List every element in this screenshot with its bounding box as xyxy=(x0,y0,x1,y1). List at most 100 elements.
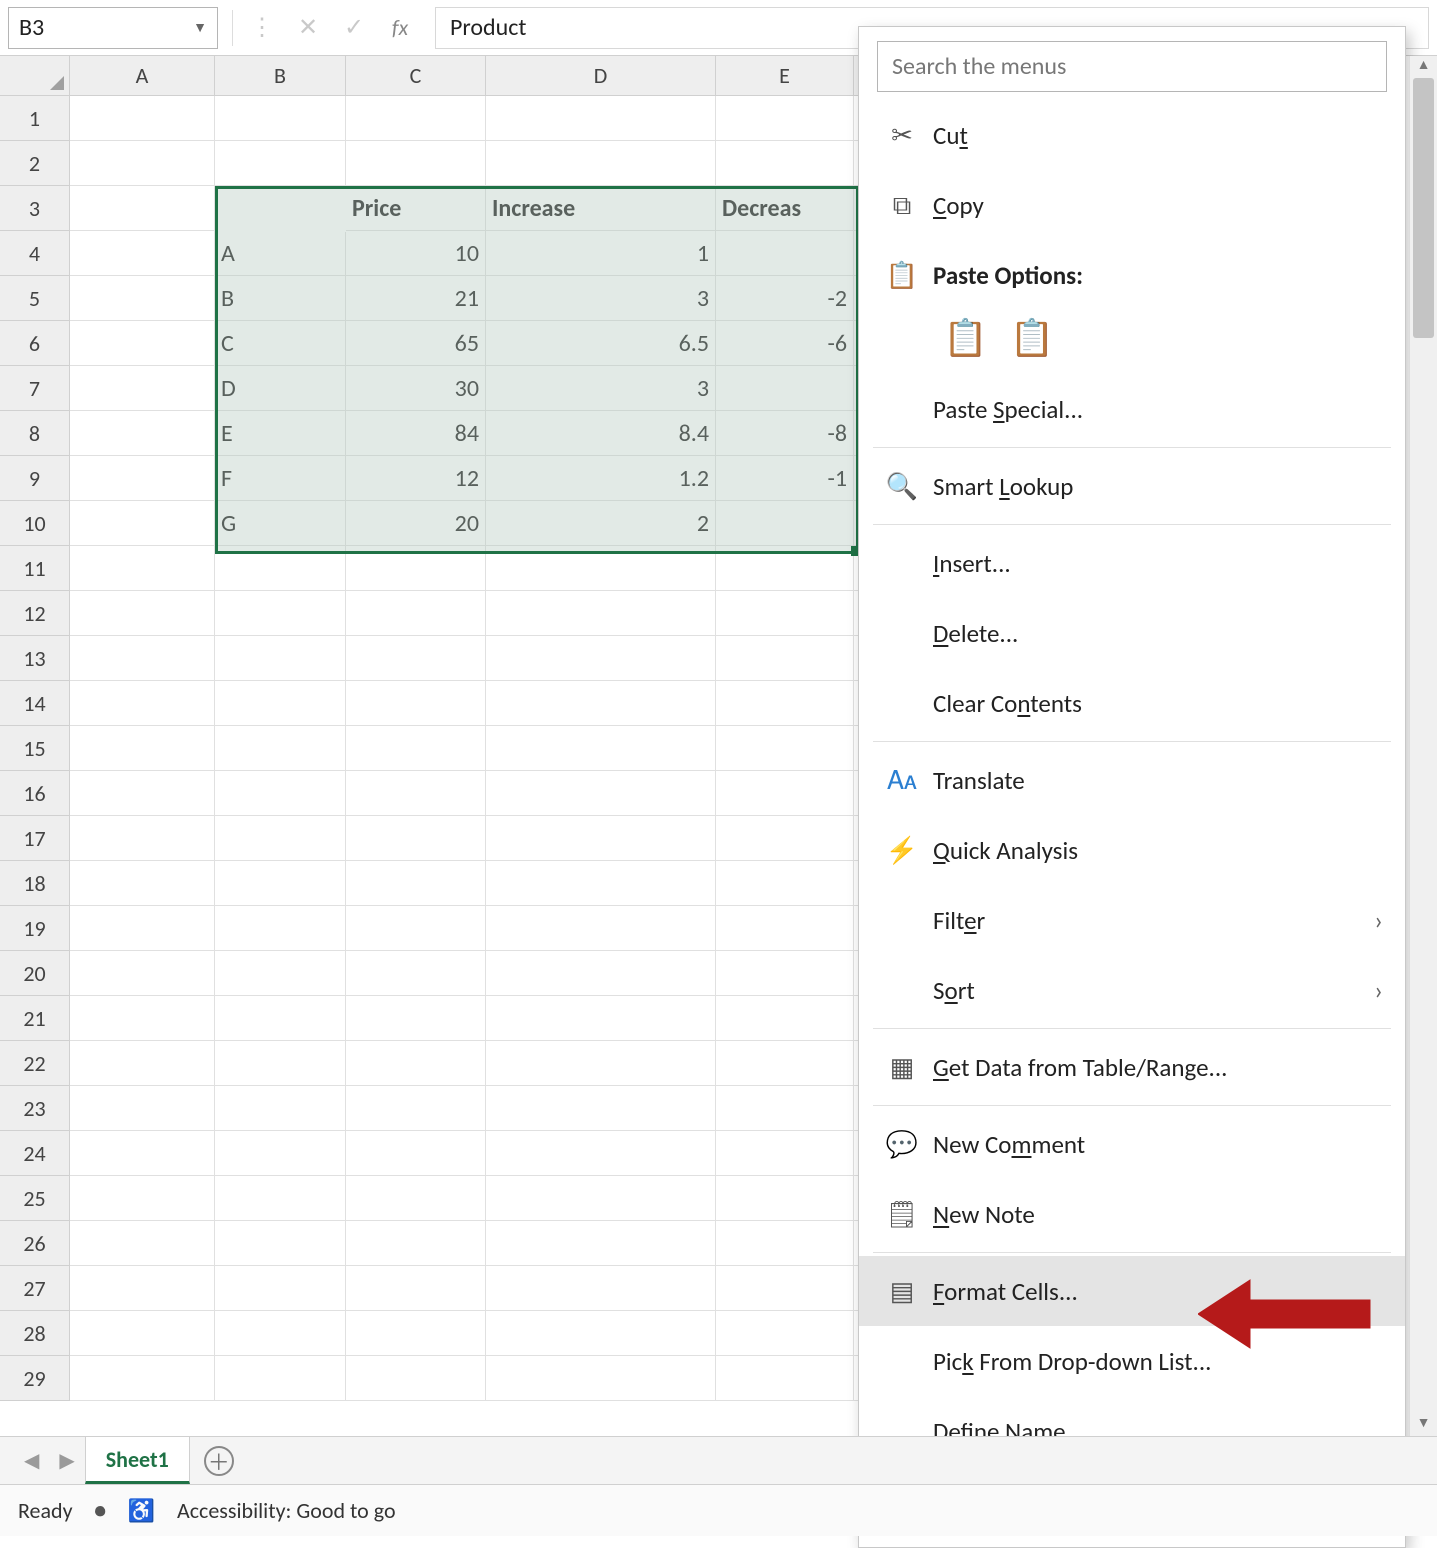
cell-B17[interactable] xyxy=(215,816,346,861)
row-header[interactable]: 28 xyxy=(0,1311,70,1356)
cell-D24[interactable] xyxy=(486,1131,716,1176)
cell-D6[interactable]: 6.5 xyxy=(486,321,716,366)
cell-A14[interactable] xyxy=(70,681,215,726)
cell-E17[interactable] xyxy=(716,816,854,861)
row-header[interactable]: 19 xyxy=(0,906,70,951)
cell-C18[interactable] xyxy=(346,861,486,906)
cell-B18[interactable] xyxy=(215,861,346,906)
cell-C19[interactable] xyxy=(346,906,486,951)
cell-E18[interactable] xyxy=(716,861,854,906)
cell-E23[interactable] xyxy=(716,1086,854,1131)
name-box[interactable]: B3 ▼ xyxy=(8,7,218,49)
cell-C24[interactable] xyxy=(346,1131,486,1176)
cell-B2[interactable] xyxy=(215,141,346,186)
fx-icon[interactable]: fx xyxy=(377,5,423,51)
cell-E25[interactable] xyxy=(716,1176,854,1221)
cell-E28[interactable] xyxy=(716,1311,854,1356)
cell-C15[interactable] xyxy=(346,726,486,771)
cell-B7[interactable]: D xyxy=(215,366,346,411)
tab-nav-next-icon[interactable]: ▶ xyxy=(49,1448,84,1473)
cell-D16[interactable] xyxy=(486,771,716,816)
cell-A18[interactable] xyxy=(70,861,215,906)
cell-A29[interactable] xyxy=(70,1356,215,1401)
cell-E13[interactable] xyxy=(716,636,854,681)
cell-A4[interactable] xyxy=(70,231,215,276)
row-header[interactable]: 14 xyxy=(0,681,70,726)
cell-D3[interactable]: Increase xyxy=(486,186,716,231)
cell-C17[interactable] xyxy=(346,816,486,861)
cell-E12[interactable] xyxy=(716,591,854,636)
cell-E26[interactable] xyxy=(716,1221,854,1266)
row-header[interactable]: 2 xyxy=(0,141,70,186)
cell-C7[interactable]: 30 xyxy=(346,366,486,411)
menu-clear-contents[interactable]: Clear Contents xyxy=(859,668,1405,738)
cell-C28[interactable] xyxy=(346,1311,486,1356)
cell-D19[interactable] xyxy=(486,906,716,951)
row-header[interactable]: 10 xyxy=(0,501,70,546)
cell-C25[interactable] xyxy=(346,1176,486,1221)
row-header[interactable]: 7 xyxy=(0,366,70,411)
cell-D4[interactable]: 1 xyxy=(486,231,716,276)
cell-D10[interactable]: 2 xyxy=(486,501,716,546)
cell-C9[interactable]: 12 xyxy=(346,456,486,501)
cell-D8[interactable]: 8.4 xyxy=(486,411,716,456)
cell-D12[interactable] xyxy=(486,591,716,636)
cell-C8[interactable]: 84 xyxy=(346,411,486,456)
row-header[interactable]: 11 xyxy=(0,546,70,591)
row-header[interactable]: 20 xyxy=(0,951,70,996)
cell-C29[interactable] xyxy=(346,1356,486,1401)
cell-E14[interactable] xyxy=(716,681,854,726)
menu-insert[interactable]: Insert... xyxy=(859,528,1405,598)
cell-A16[interactable] xyxy=(70,771,215,816)
menu-cut[interactable]: ✂ Cut xyxy=(859,100,1405,170)
cell-E20[interactable] xyxy=(716,951,854,996)
row-header[interactable]: 15 xyxy=(0,726,70,771)
cell-A26[interactable] xyxy=(70,1221,215,1266)
cell-A24[interactable] xyxy=(70,1131,215,1176)
row-header[interactable]: 5 xyxy=(0,276,70,321)
cell-B24[interactable] xyxy=(215,1131,346,1176)
cell-C4[interactable]: 10 xyxy=(346,231,486,276)
cell-D2[interactable] xyxy=(486,141,716,186)
cell-C20[interactable] xyxy=(346,951,486,996)
cell-E21[interactable] xyxy=(716,996,854,1041)
menu-delete[interactable]: Delete... xyxy=(859,598,1405,668)
cell-A5[interactable] xyxy=(70,276,215,321)
menu-copy[interactable]: ⧉ Copy xyxy=(859,170,1405,240)
cell-A28[interactable] xyxy=(70,1311,215,1356)
cell-E8[interactable]: -8 xyxy=(716,411,854,456)
col-header-A[interactable]: A xyxy=(70,56,215,96)
select-all-corner[interactable] xyxy=(0,56,70,96)
cell-B9[interactable]: F xyxy=(215,456,346,501)
cell-E19[interactable] xyxy=(716,906,854,951)
row-header[interactable]: 23 xyxy=(0,1086,70,1131)
cell-C12[interactable] xyxy=(346,591,486,636)
cell-D23[interactable] xyxy=(486,1086,716,1131)
cell-B28[interactable] xyxy=(215,1311,346,1356)
paste-icon[interactable]: 📋 xyxy=(943,316,988,360)
col-header-D[interactable]: D xyxy=(486,56,716,96)
menu-search-input[interactable]: Search the menus xyxy=(877,41,1387,92)
cell-C27[interactable] xyxy=(346,1266,486,1311)
cell-A22[interactable] xyxy=(70,1041,215,1086)
row-header[interactable]: 8 xyxy=(0,411,70,456)
cell-E6[interactable]: -6 xyxy=(716,321,854,366)
row-header[interactable]: 4 xyxy=(0,231,70,276)
cell-A6[interactable] xyxy=(70,321,215,366)
cell-A7[interactable] xyxy=(70,366,215,411)
menu-quick-analysis[interactable]: ⚡ Quick Analysis xyxy=(859,815,1405,885)
cell-D27[interactable] xyxy=(486,1266,716,1311)
cell-A2[interactable] xyxy=(70,141,215,186)
cell-D26[interactable] xyxy=(486,1221,716,1266)
cell-A13[interactable] xyxy=(70,636,215,681)
cell-B4[interactable]: A xyxy=(215,231,346,276)
cell-E4[interactable] xyxy=(716,231,854,276)
menu-paste-special[interactable]: Paste Special... xyxy=(859,374,1405,444)
cell-C13[interactable] xyxy=(346,636,486,681)
cell-D17[interactable] xyxy=(486,816,716,861)
chevron-down-icon[interactable]: ▼ xyxy=(193,19,207,36)
menu-new-comment[interactable]: 💬 New Comment xyxy=(859,1109,1405,1179)
cell-A17[interactable] xyxy=(70,816,215,861)
accessibility-icon[interactable]: ♿ xyxy=(128,1497,155,1524)
cell-E9[interactable]: -1 xyxy=(716,456,854,501)
